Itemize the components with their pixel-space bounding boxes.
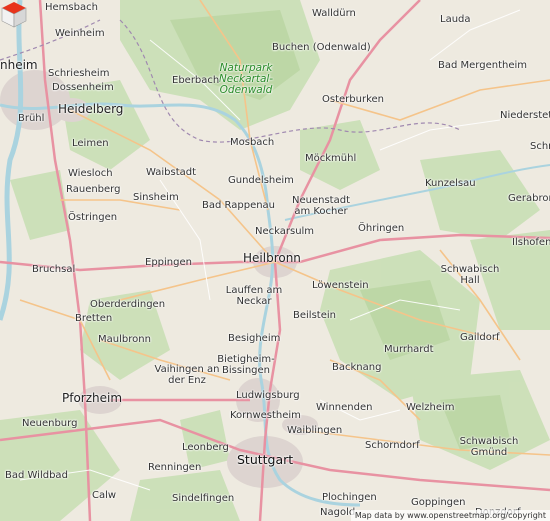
- place-label-sindelfingen: Sindelfingen: [172, 493, 235, 504]
- place-label-leonberg: Leonberg: [182, 442, 229, 453]
- place-label-pforzheim: Pforzheim: [62, 391, 123, 405]
- place-label-dossenheim: Dossenheim: [52, 82, 114, 93]
- place-label-murrhardt: Murrhardt: [384, 344, 434, 355]
- place-label-niederstetten: Niederstett: [500, 110, 550, 121]
- place-label-lauda: Lauda: [440, 14, 471, 25]
- place-label-bad-mergentheim: Bad Mergentheim: [438, 60, 527, 71]
- place-label-besigheim: Besigheim: [228, 333, 281, 344]
- place-label-ilshofen: Ilshofen: [512, 237, 550, 248]
- place-label-winnenden: Winnenden: [316, 402, 373, 413]
- place-label-gundelsheim: Gundelsheim: [228, 175, 294, 186]
- place-label-calw: Calw: [92, 490, 117, 501]
- place-label-buchen: Buchen (Odenwald): [272, 42, 371, 53]
- place-label-bad-wildbad: Bad Wildbad: [5, 470, 68, 481]
- place-label-waibstadt: Waibstadt: [146, 167, 197, 178]
- place-label-bretten: Bretten: [75, 313, 113, 324]
- place-label-kornwestheim: Kornwestheim: [230, 410, 301, 421]
- map-attribution[interactable]: Map data by www.openstreetmap.org/copyri…: [350, 510, 550, 521]
- place-label-eberbach: Eberbach: [172, 75, 220, 86]
- place-label-gaildorf: Gaildorf: [460, 332, 500, 343]
- location-marker-icon[interactable]: [0, 0, 28, 28]
- place-label-ohringen: Öhringen: [358, 223, 405, 234]
- place-label-hemsbach: Hemsbach: [45, 2, 98, 13]
- place-label-neuenburg: Neuenburg: [22, 418, 78, 429]
- place-label-waiblingen: Waiblingen: [287, 425, 343, 436]
- map-canvas[interactable]: Hemsbach Walldürn Lauda Weinheim Naturpa…: [0, 0, 550, 521]
- place-label-vaihingen: Vaihingen an der Enz: [154, 364, 220, 386]
- place-label-ostringen: Östringen: [68, 212, 118, 223]
- place-label-schorndorf: Schorndorf: [365, 440, 420, 451]
- place-label-gerabron: Gerabron: [508, 193, 550, 204]
- place-label-mosbach: Mosbach: [230, 137, 275, 148]
- place-label-schriesheim: Schriesheim: [48, 68, 110, 79]
- place-label-sinsheim: Sinsheim: [133, 192, 179, 203]
- place-label-schwabisch-gmund: Schwabisch Gmünd: [459, 436, 519, 458]
- place-label-walldurn: Walldürn: [312, 8, 356, 19]
- place-label-backnang: Backnang: [332, 362, 382, 373]
- place-label-lauffen: Lauffen am Neckar: [225, 285, 283, 307]
- place-label-bruhl: Brühl: [18, 113, 45, 124]
- place-label-schwabisch-hall: Schwabisch Hall: [440, 264, 500, 286]
- place-label-welzheim: Welzheim: [406, 402, 455, 413]
- place-label-lowenstein: Löwenstein: [312, 280, 369, 291]
- place-label-heilbronn: Heilbronn: [243, 251, 301, 265]
- place-label-oberderdingen: Oberderdingen: [90, 299, 166, 310]
- place-label-neuenstadt: Neuenstadt am Kocher: [292, 195, 350, 217]
- place-label-schr: Schr: [530, 141, 550, 152]
- place-label-ludwigsburg: Ludwigsburg: [236, 390, 300, 401]
- place-label-renningen: Renningen: [148, 462, 202, 473]
- place-label-wiesloch: Wiesloch: [68, 168, 113, 179]
- place-label-beilstein: Beilstein: [293, 310, 336, 321]
- place-label-bietigheim: Bietigheim-Bissingen: [217, 354, 275, 376]
- place-label-weinheim: Weinheim: [55, 28, 105, 39]
- place-label-mannheim: nheim: [0, 58, 38, 72]
- place-label-goppingen: Goppingen: [411, 497, 466, 508]
- place-label-plochingen: Plochingen: [322, 492, 377, 503]
- place-label-maulbronn: Maulbronn: [98, 334, 151, 345]
- place-label-kunzelsau: Kunzelsau: [425, 178, 476, 189]
- place-label-osterburken: Osterburken: [322, 94, 384, 105]
- place-label-leimen: Leimen: [72, 138, 109, 149]
- place-label-bad-rappenau: Bad Rappenau: [202, 200, 276, 211]
- place-label-heidelberg: Heidelberg: [58, 102, 124, 116]
- place-label-bruchsal: Bruchsal: [32, 264, 76, 275]
- place-label-eppingen: Eppingen: [145, 257, 192, 268]
- place-label-neckarsulm: Neckarsulm: [255, 226, 315, 237]
- place-label-mockmuhl: Möckmühl: [305, 153, 357, 164]
- place-label-stuttgart: Stuttgart: [237, 452, 294, 467]
- place-label-rauenberg: Rauenberg: [66, 184, 121, 195]
